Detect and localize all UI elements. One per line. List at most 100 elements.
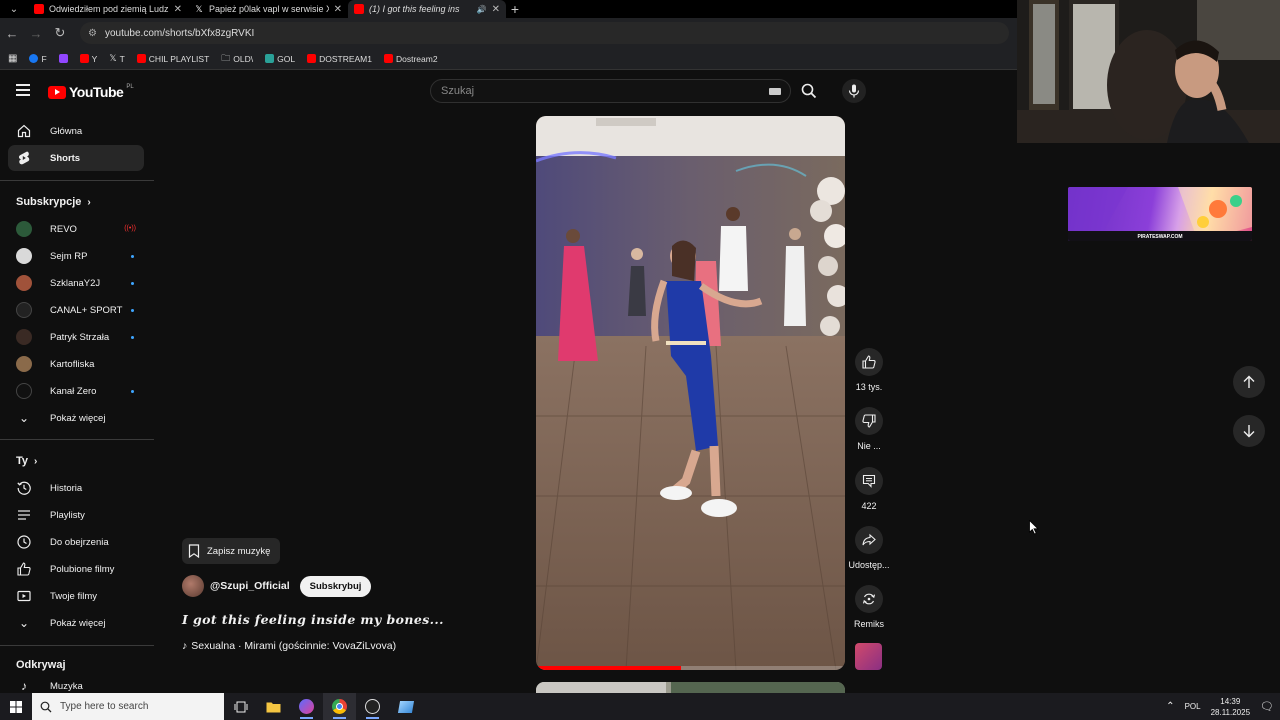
show-more-you[interactable]: ⌄ Pokaż więcej <box>8 610 144 636</box>
windows-logo-icon <box>10 700 22 713</box>
sidebar-item-shorts[interactable]: Shorts <box>8 145 144 171</box>
bookmark-dostream2[interactable]: Dostream2 <box>383 54 438 64</box>
obs-app[interactable] <box>356 693 389 720</box>
messenger-icon <box>299 699 314 714</box>
subscriptions-header[interactable]: Subskrypcje › <box>16 196 91 208</box>
pirateswap-ad-banner[interactable]: PIRATESWAP.COM <box>1068 187 1252 241</box>
previous-short-button[interactable] <box>1233 366 1265 398</box>
hamburger-menu-icon[interactable] <box>16 84 30 98</box>
sidebar-item-your-videos[interactable]: Twoje filmy <box>8 583 144 609</box>
close-tab-icon[interactable]: ✕ <box>492 4 500 15</box>
speaker-icon[interactable]: 🔊 <box>477 5 487 14</box>
sidebar-channel-sejm[interactable]: Sejm RP <box>8 243 144 269</box>
search-input[interactable] <box>441 83 741 99</box>
sidebar-item-liked[interactable]: Polubione filmy <box>8 556 144 582</box>
subscribe-button[interactable]: Subskrybuj <box>299 575 372 597</box>
tab-2-active[interactable]: (1) I got this feeling ins 🔊 ✕ <box>348 0 506 18</box>
tab-0[interactable]: Odwiedziłem pod ziemią Ludzi ✕ <box>28 0 188 18</box>
task-view-icon <box>234 701 247 712</box>
system-tray: ⌃ POL 14:39 28.11.2025 🗨 <box>1166 693 1280 720</box>
language-indicator[interactable]: POL <box>1185 702 1201 711</box>
sound-thumbnail[interactable] <box>855 643 882 670</box>
dislike-button[interactable]: Nie ... <box>850 407 888 451</box>
sidebar-item-home[interactable]: Główna <box>8 118 144 144</box>
tab-search-chevron-icon[interactable]: ⌄ <box>0 0 28 18</box>
bookmark-dostream1[interactable]: DOSTREAM1 <box>307 54 372 64</box>
keyboard-icon[interactable] <box>769 88 781 95</box>
sidebar-channel-kanal-zero[interactable]: Kanał Zero <box>8 378 144 404</box>
bookmark-youtube[interactable]: Y <box>79 54 97 64</box>
forward-button[interactable]: → <box>24 26 48 41</box>
ad-graphic <box>1068 187 1252 241</box>
short-video-player[interactable] <box>536 116 845 670</box>
bookmark-gol[interactable]: GOL <box>265 54 295 64</box>
search-button[interactable] <box>790 79 828 103</box>
bookmark-folder-old[interactable]: 🗀 OLD\ <box>221 51 253 67</box>
new-tab-button[interactable]: + <box>506 1 524 17</box>
messenger-app[interactable] <box>290 693 323 720</box>
twitch-icon <box>58 54 68 63</box>
x-icon: 𝕏 <box>109 53 117 63</box>
microphone-icon <box>848 84 860 98</box>
share-button[interactable]: Udostęp... <box>846 526 892 570</box>
clock-icon <box>16 534 32 550</box>
home-icon <box>16 123 32 139</box>
voice-search-button[interactable] <box>842 79 866 103</box>
sidebar-item-history[interactable]: Historia <box>8 475 144 501</box>
webcam-overlay <box>1017 0 1280 143</box>
sidebar-channel-szklana[interactable]: SzklanaY2J <box>8 270 144 296</box>
clock[interactable]: 14:39 28.11.2025 <box>1211 696 1250 718</box>
taskbar-search-input[interactable] <box>60 701 210 712</box>
tab-1[interactable]: 𝕏 Papież p0lak vapl w serwisie X ✕ <box>188 0 348 18</box>
close-tab-icon[interactable]: ✕ <box>334 4 342 15</box>
sidebar-item-watch-later[interactable]: Do obejrzenia <box>8 529 144 555</box>
sidebar-item-playlists[interactable]: Playlisty <box>8 502 144 528</box>
chevron-right-icon: › <box>34 455 38 467</box>
remix-button[interactable]: Remiks <box>850 585 888 629</box>
comment-icon <box>855 467 883 495</box>
sidebar-channel-canal-sport[interactable]: CANAL+ SPORT <box>8 297 144 323</box>
comments-button[interactable]: 422 <box>850 467 888 511</box>
channel-avatar <box>16 383 32 399</box>
next-short-button[interactable] <box>1233 415 1265 447</box>
app-icon <box>397 700 414 713</box>
bookmark-twitch[interactable] <box>58 54 68 63</box>
show-more-subscriptions[interactable]: ⌄ Pokaż więcej <box>8 405 144 431</box>
arrow-up-icon <box>1243 375 1255 388</box>
save-music-button[interactable]: Zapisz muzykę <box>182 538 281 564</box>
file-explorer-app[interactable] <box>257 693 290 720</box>
channel-name[interactable]: @Szupi_Official <box>210 580 290 592</box>
bookmark-chil-playlist[interactable]: CHIL PLAYLIST <box>136 54 209 64</box>
close-tab-icon[interactable]: ✕ <box>174 4 182 15</box>
chrome-icon <box>332 699 347 714</box>
channel-avatar[interactable] <box>182 575 204 597</box>
reload-button[interactable]: ↻ <box>48 25 72 41</box>
obs-icon <box>365 699 380 714</box>
bookmark-facebook[interactable]: F <box>29 54 47 64</box>
task-view-button[interactable] <box>224 693 257 720</box>
like-button[interactable]: 13 tys. <box>850 348 888 392</box>
youtube-logo[interactable]: YouTube PL <box>48 84 134 100</box>
apps-icon[interactable]: ▦ <box>8 53 17 64</box>
you-header[interactable]: Ty › <box>16 455 37 467</box>
remix-icon <box>855 585 883 613</box>
explore-header: Odkrywaj <box>16 659 66 671</box>
bookmark-x[interactable]: 𝕏T <box>109 53 124 64</box>
notification-icon[interactable]: 🗨 <box>1260 700 1274 713</box>
sidebar-channel-kartofliska[interactable]: Kartofliska <box>8 351 144 377</box>
back-button[interactable]: ← <box>0 26 24 41</box>
live-indicator-icon: ((•)) <box>124 225 136 232</box>
start-button[interactable] <box>0 693 32 720</box>
folder-icon: 🗀 <box>221 52 231 63</box>
video-progress-track[interactable] <box>536 666 845 670</box>
chevron-up-icon[interactable]: ⌃ <box>1166 701 1174 712</box>
youtube-icon <box>354 4 364 14</box>
chrome-app[interactable] <box>323 693 356 720</box>
channel-avatar <box>16 221 32 237</box>
site-info-icon[interactable]: ⚙ <box>88 28 97 39</box>
url-field[interactable]: ⚙ youtube.com/shorts/bXfx8zgRVKI <box>80 22 1009 44</box>
pinned-app[interactable] <box>389 693 422 720</box>
bookmark-icon <box>188 544 200 558</box>
sound-link[interactable]: ♪ Sexualna · Mirami (gościnnie: VovaZiLv… <box>182 640 396 652</box>
sidebar-channel-patryk[interactable]: Patryk Strzała <box>8 324 144 350</box>
